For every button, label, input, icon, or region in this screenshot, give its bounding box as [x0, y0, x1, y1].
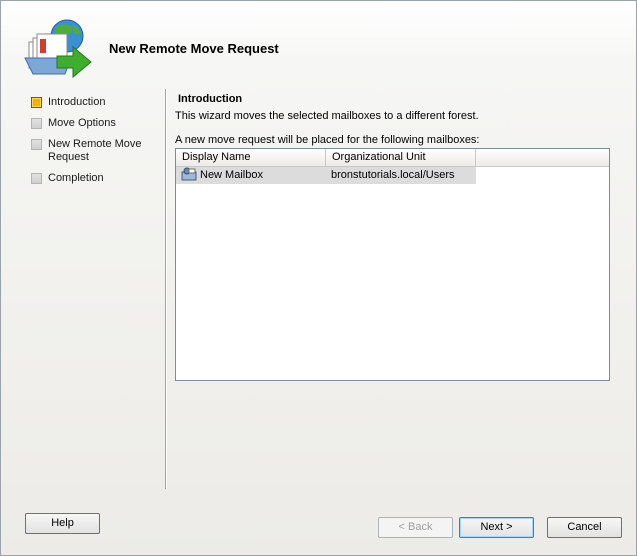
step-introduction: Introduction: [31, 96, 159, 109]
step-active-bullet-icon: [31, 97, 42, 108]
row-display-name: New Mailbox: [200, 169, 263, 181]
step-completion: Completion: [31, 172, 159, 185]
table-row[interactable]: New Mailbox bronstutorials.local/Users: [176, 167, 609, 184]
step-move-options: Move Options: [31, 117, 159, 130]
wizard-title: New Remote Move Request: [109, 41, 279, 56]
page-title: Introduction: [178, 93, 243, 105]
move-mailbox-wizard-icon: [24, 19, 92, 79]
grid-header: Display Name Organizational Unit: [176, 149, 609, 167]
wizard-steps: Introduction Move Options New Remote Mov…: [31, 96, 159, 193]
wizard-window: New Remote Move Request Introduction Mov…: [0, 0, 637, 556]
help-button[interactable]: Help: [25, 513, 100, 534]
vertical-divider: [165, 89, 166, 489]
page-description: This wizard moves the selected mailboxes…: [175, 110, 479, 122]
mailbox-list-caption: A new move request will be placed for th…: [175, 134, 480, 146]
next-button[interactable]: Next >: [459, 517, 534, 538]
step-bullet-icon: [31, 118, 42, 129]
column-header-display-name[interactable]: Display Name: [176, 149, 326, 166]
step-label: Move Options: [48, 117, 116, 129]
cell-display-name: New Mailbox: [176, 167, 326, 184]
step-label: Introduction: [48, 96, 106, 108]
step-bullet-icon: [31, 139, 42, 150]
mailbox-grid[interactable]: Display Name Organizational Unit New Mai…: [175, 148, 610, 381]
wizard-header: New Remote Move Request: [1, 1, 636, 87]
mailbox-user-icon: [181, 167, 197, 181]
column-header-filler: [476, 149, 609, 166]
cell-organizational-unit: bronstutorials.local/Users: [326, 167, 476, 184]
cancel-button[interactable]: Cancel: [547, 517, 622, 538]
step-bullet-icon: [31, 173, 42, 184]
step-label: New Remote Move Request: [48, 138, 142, 163]
back-button[interactable]: < Back: [378, 517, 453, 538]
step-label: Completion: [48, 172, 104, 184]
column-header-organizational-unit[interactable]: Organizational Unit: [326, 149, 476, 166]
step-new-remote-move-request: New Remote Move Request: [31, 138, 148, 164]
